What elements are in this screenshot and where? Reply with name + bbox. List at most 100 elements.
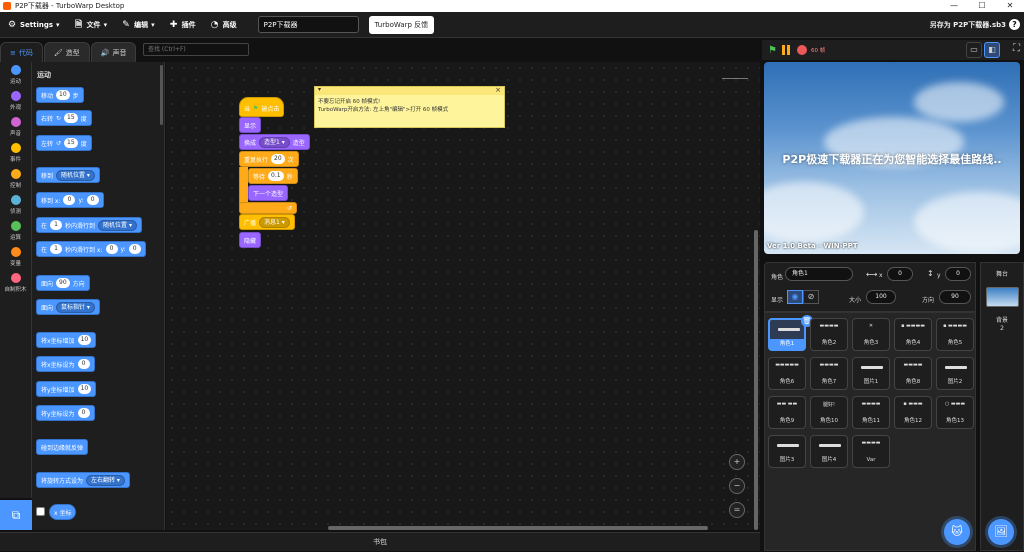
broadcast-block[interactable]: 广播 消息1 ▾: [239, 214, 295, 230]
category-item[interactable]: 变量: [0, 244, 31, 270]
sprite-tile[interactable]: 图片3: [768, 435, 806, 468]
settings-menu[interactable]: ⚙ Settings ▾: [0, 12, 67, 38]
switch-costume-block[interactable]: 换成 造型1 ▾ 造型: [239, 134, 310, 150]
number-input[interactable]: 15: [64, 113, 78, 123]
direction-input[interactable]: 90: [939, 290, 971, 304]
bounce-block[interactable]: 碰到边缘就反弹: [36, 439, 89, 455]
category-item[interactable]: 运算: [0, 218, 31, 244]
zoom-reset-button[interactable]: =: [729, 502, 745, 518]
sprite-tile[interactable]: 图片4: [810, 435, 848, 468]
sprite-tile[interactable]: 角色1 🗑: [768, 315, 813, 351]
sprite-tile[interactable]: ▬▬▬▬ 角色2: [810, 318, 848, 351]
number-input[interactable]: 10: [56, 90, 70, 100]
green-flag-button[interactable]: ⚑: [768, 45, 777, 56]
normal-stage-button[interactable]: ◧: [984, 42, 1000, 58]
turn-left-block[interactable]: 左转 ↺ 15 度: [36, 135, 92, 151]
fullscreen-icon[interactable]: ⛶: [1013, 43, 1020, 54]
category-item[interactable]: 控制: [0, 166, 31, 192]
sprite-tile[interactable]: ▪ ▬▬▬ 角色12: [894, 396, 932, 429]
close-icon[interactable]: ×: [495, 86, 501, 94]
sprite-tile[interactable]: ▪ ▬▬▬▬ 角色4: [894, 318, 932, 351]
rotation-style-block[interactable]: 将旋转方式设为 左右翻转 ▾: [36, 472, 130, 488]
next-costume-block[interactable]: 下一个造型: [248, 185, 289, 201]
category-item[interactable]: 侦测: [0, 192, 31, 218]
zoom-in-button[interactable]: +: [729, 454, 745, 470]
pause-button[interactable]: [781, 45, 792, 55]
number-input[interactable]: 15: [64, 138, 78, 148]
change-y-block[interactable]: 将y坐标增加 10: [36, 381, 97, 397]
sprite-tile[interactable]: ✕ 角色3: [852, 318, 890, 351]
y-input[interactable]: 0: [945, 267, 971, 281]
target-dropdown[interactable]: 随机位置 ▾: [98, 219, 137, 231]
when-flag-clicked-block[interactable]: 当 ⚑ 被点击: [239, 97, 285, 117]
palette-scrollbar[interactable]: [160, 65, 163, 125]
repeat-block[interactable]: 重复执行 20 次: [239, 151, 299, 167]
feedback-button[interactable]: TurboWarp 反馈: [368, 15, 435, 34]
x-input[interactable]: 0: [63, 195, 76, 205]
vertical-scrollbar[interactable]: [754, 230, 758, 530]
number-input[interactable]: 0: [77, 359, 90, 369]
backdrop-thumbnail[interactable]: [986, 287, 1019, 307]
category-item[interactable]: 外观: [0, 88, 31, 114]
workspace-comment[interactable]: ▾ × 不要忘记开启 60 帧模式! TurboWarp开启方法: 左上角"编辑"…: [314, 86, 505, 128]
close-button[interactable]: ✕: [996, 0, 1024, 12]
stage-canvas[interactable]: P2P极速下载器正在为您智能选择最佳路线.. Ver 1.0 Beta - WI…: [764, 62, 1020, 254]
sprite-tile[interactable]: 图片1: [852, 357, 890, 390]
tab-costumes[interactable]: 🖌 造型: [43, 42, 90, 62]
add-backdrop-button[interactable]: 🖼: [988, 519, 1014, 545]
size-input[interactable]: 100: [866, 290, 896, 304]
sprite-tile[interactable]: 图片2: [936, 357, 974, 390]
sprite-tile[interactable]: ▬▬▬▬ 角色7: [810, 357, 848, 390]
repeat-count-input[interactable]: 20: [271, 154, 285, 164]
x-input[interactable]: 0: [105, 244, 118, 254]
y-input[interactable]: 0: [128, 244, 141, 254]
project-title-input[interactable]: [257, 16, 359, 33]
change-x-block[interactable]: 将x坐标增加 10: [36, 332, 97, 348]
x-input[interactable]: 0: [887, 267, 913, 281]
number-input[interactable]: 10: [77, 384, 92, 394]
category-item[interactable]: 事件: [0, 140, 31, 166]
direction-input[interactable]: 90: [56, 278, 70, 288]
sprite-tile[interactable]: ▬▬▬▬ Var: [852, 435, 890, 468]
sprite-tile[interactable]: ▬▬ ▬▬ 角色9: [768, 396, 806, 429]
show-sprite-button[interactable]: ◉: [787, 290, 803, 304]
script-workspace[interactable]: 当 ⚑ 被点击 显示 换成 造型1 ▾ 造型 重复执行 20 次 等待 0.1 秒 下一个造型 …: [166, 62, 760, 530]
wait-block[interactable]: 等待 0.1 秒: [248, 168, 298, 184]
help-icon[interactable]: ?: [1009, 19, 1020, 30]
file-menu[interactable]: 🗎 文件 ▾: [67, 12, 115, 38]
target-dropdown[interactable]: 鼠标指针 ▾: [56, 301, 95, 313]
small-stage-button[interactable]: ▭: [966, 42, 982, 58]
seconds-input[interactable]: 1: [50, 244, 63, 254]
target-dropdown[interactable]: 随机位置 ▾: [56, 169, 95, 181]
hide-block[interactable]: 隐藏: [239, 232, 262, 248]
category-item[interactable]: 声音: [0, 114, 31, 140]
goto-block[interactable]: 移到 随机位置 ▾: [36, 167, 100, 183]
wait-seconds-input[interactable]: 0.1: [268, 171, 284, 181]
message-dropdown[interactable]: 消息1 ▾: [259, 216, 290, 228]
y-input[interactable]: 0: [86, 195, 99, 205]
glide-xy-block[interactable]: 在 1 秒内滑行到 x: 0 y: 0: [36, 241, 146, 257]
show-block[interactable]: 显示: [239, 117, 262, 133]
set-x-block[interactable]: 将x坐标设为 0: [36, 356, 95, 372]
add-sprite-button[interactable]: 🐱: [944, 519, 970, 545]
x-position-reporter[interactable]: x 坐标: [49, 504, 77, 520]
sprite-tile[interactable]: ▬▬▬▬ 角色8: [894, 357, 932, 390]
turn-right-block[interactable]: 右转 ↻ 15 度: [36, 110, 92, 126]
glide-block[interactable]: 在 1 秒内滑行到 随机位置 ▾: [36, 217, 142, 233]
sprite-tile[interactable]: ▬▬▬▬▬ 角色6: [768, 357, 806, 390]
maximize-button[interactable]: ☐: [968, 0, 996, 12]
move-steps-block[interactable]: 移动 10 步: [36, 87, 84, 103]
sprite-tile[interactable]: ○ ▬▬▬ 角色13: [936, 396, 974, 429]
tab-code[interactable]: ≡ 代码: [0, 42, 43, 62]
minimize-button[interactable]: —: [940, 0, 968, 12]
stage-target-panel[interactable]: 舞台 背景 2: [980, 262, 1024, 551]
costume-dropdown[interactable]: 造型1 ▾: [259, 136, 290, 148]
tab-sounds[interactable]: 🔊 声音: [90, 42, 137, 62]
sprite-name-input[interactable]: 角色1: [785, 267, 853, 281]
sprite-tile[interactable]: 腿好! 角色10: [810, 396, 848, 429]
horizontal-scrollbar[interactable]: [328, 526, 708, 530]
add-extension-button[interactable]: ⧉: [0, 500, 32, 530]
save-as-button[interactable]: 另存为 P2P下载器.sb3: [930, 12, 1006, 38]
point-direction-block[interactable]: 面向 90 方向: [36, 275, 90, 291]
addons-menu[interactable]: ✚ 插件: [162, 12, 203, 38]
